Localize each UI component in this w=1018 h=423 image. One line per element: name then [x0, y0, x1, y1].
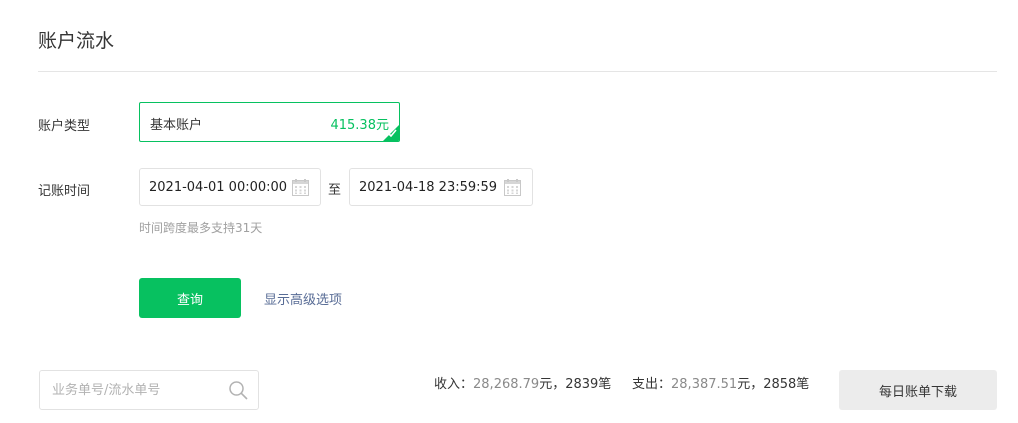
time-span-hint: 时间跨度最多支持31天 [139, 221, 263, 235]
account-type-label: 账户类型 [38, 119, 91, 134]
booking-time-label: 记账时间 [38, 184, 91, 199]
search-icon[interactable] [229, 381, 248, 404]
order-number-search-input[interactable] [40, 371, 232, 409]
income-count: 元，2839笔 [539, 377, 612, 392]
expense-count: 元，2858笔 [737, 377, 810, 392]
income-label: 收入： [434, 377, 474, 392]
selected-check-icon [383, 125, 399, 141]
end-time-value: 2021-04-18 23:59:59 [359, 180, 498, 195]
expense-summary: 支出：28,387.51元，2858笔 [632, 373, 809, 392]
header-divider [38, 71, 997, 72]
income-amount: 28,268.79 [473, 377, 540, 392]
account-balance-amount: 415.38 [330, 118, 376, 133]
daily-bill-download-button[interactable]: 每日账单下载 [839, 370, 997, 410]
order-search-box [39, 370, 259, 410]
account-type-option-basic[interactable]: 基本账户 415.38元 [139, 102, 400, 142]
account-name: 基本账户 [150, 118, 203, 133]
start-time-input[interactable]: 2021-04-01 00:00:00 [139, 168, 321, 206]
income-summary: 收入：28,268.79元，2839笔 [434, 373, 611, 392]
show-advanced-options-link[interactable]: 显示高级选项 [264, 289, 342, 308]
end-time-input[interactable]: 2021-04-18 23:59:59 [349, 168, 533, 206]
expense-amount: 28,387.51 [671, 377, 738, 392]
start-time-value: 2021-04-01 00:00:00 [149, 180, 288, 195]
query-button[interactable]: 查询 [139, 278, 241, 318]
expense-label: 支出： [632, 377, 672, 392]
page-title: 账户流水 [38, 30, 115, 52]
calendar-icon[interactable] [504, 179, 521, 200]
calendar-icon[interactable] [292, 179, 309, 200]
account-balance: 415.38元 [330, 114, 389, 133]
range-separator: 至 [328, 183, 342, 198]
